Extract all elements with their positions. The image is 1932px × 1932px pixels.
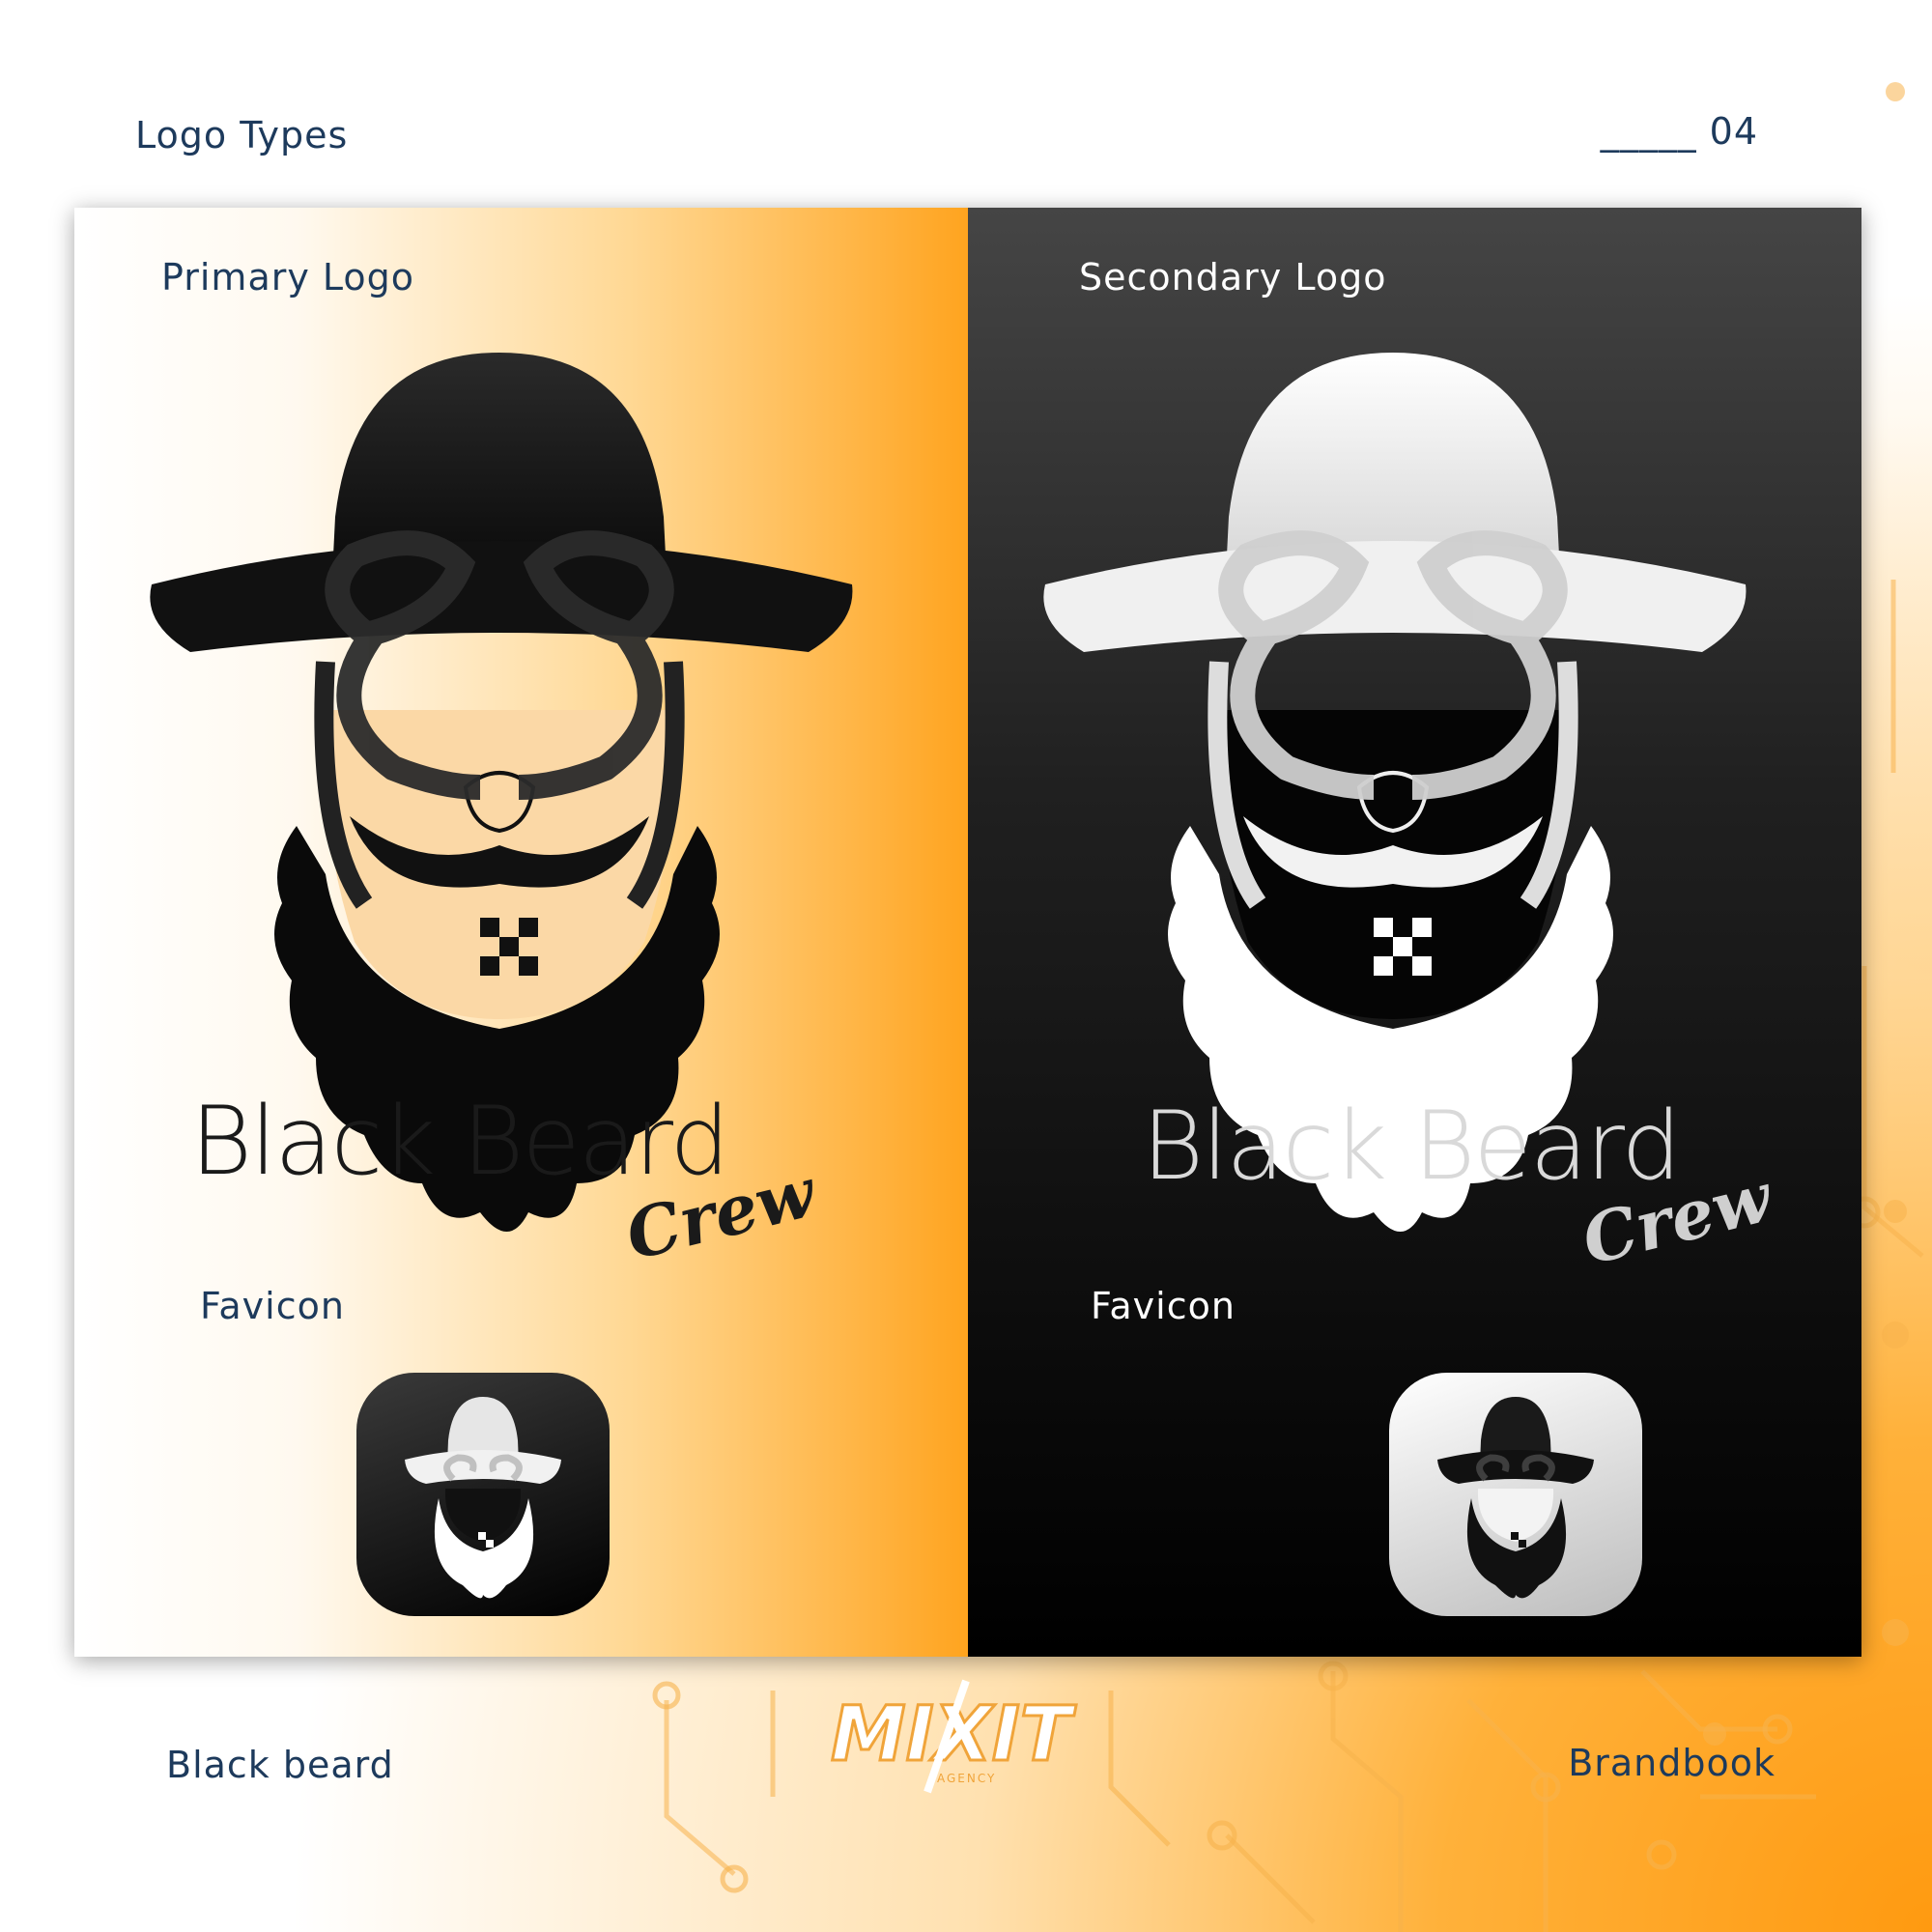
primary-wordmark: Black Beard (190, 1087, 730, 1197)
primary-logo-panel: Primary Logo Black Beard Crew Favicon (74, 208, 968, 1657)
primary-favicon-label: Favicon (200, 1285, 345, 1327)
secondary-favicon-label: Favicon (1091, 1285, 1236, 1327)
footer-brand-name: Black beard (166, 1744, 394, 1786)
favicon-beard-icon (405, 1397, 561, 1599)
page-number: _____ 04 (1600, 110, 1758, 153)
section-title: Logo Types (135, 114, 349, 156)
agency-sub-text: AGENCY (937, 1772, 996, 1785)
favicon-beard-icon (1437, 1397, 1594, 1599)
logo-card: Primary Logo Black Beard Crew Favicon Se… (74, 208, 1861, 1657)
footer-brandbook: Brandbook (1568, 1742, 1776, 1784)
mixit-agency-logo: MIXIT AGENCY (830, 1679, 1078, 1794)
secondary-favicon (1389, 1373, 1642, 1616)
secondary-logo-panel: Secondary Logo Black Beard Crew Favicon (968, 208, 1861, 1657)
secondary-wordmark: Black Beard (1142, 1092, 1682, 1202)
primary-favicon (356, 1373, 610, 1616)
